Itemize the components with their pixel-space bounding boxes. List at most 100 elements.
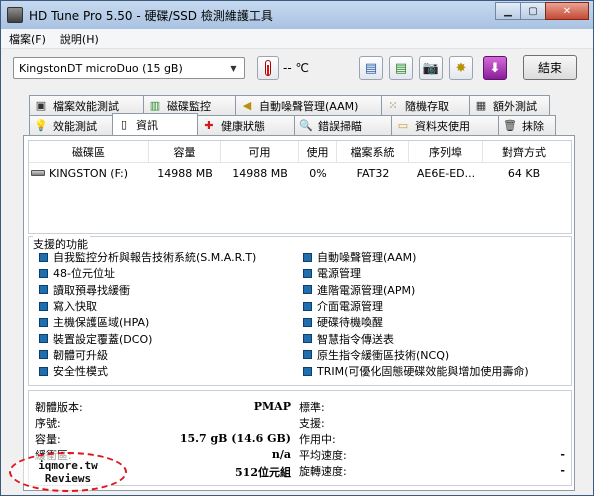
tab-aam[interactable]: ◀ 自動噪聲管理(AAM) bbox=[235, 95, 382, 115]
menu-file[interactable]: 檔案(F) bbox=[9, 31, 46, 47]
tab-label: 資料夾使用 bbox=[415, 119, 470, 133]
window-controls: ▁ ▢ ✕ bbox=[495, 2, 589, 20]
file-benchmark-icon: ▣ bbox=[35, 99, 47, 112]
feature-checkbox bbox=[303, 301, 312, 311]
tab-label: 自動噪聲管理(AAM) bbox=[259, 99, 359, 113]
volume-cell: KINGSTON (F:) bbox=[29, 167, 149, 180]
feature-label: 安全性模式 bbox=[53, 365, 108, 379]
app-icon bbox=[7, 7, 23, 23]
column-header[interactable]: 容量 bbox=[149, 141, 221, 162]
extra-tests-icon: ▦ bbox=[475, 99, 487, 112]
table-row[interactable]: KINGSTON (F:) 14988 MB 14988 MB 0% FAT32… bbox=[29, 163, 571, 183]
tab-benchmark[interactable]: 💡 效能測試 bbox=[29, 115, 113, 135]
tab-disk-monitor[interactable]: ▥ 磁碟監控 bbox=[143, 95, 236, 115]
tab-label: 效能測試 bbox=[53, 119, 97, 133]
sector-size-value: 512位元組 bbox=[235, 466, 291, 479]
tab-label: 抹除 bbox=[522, 119, 544, 133]
column-header[interactable]: 磁碟區 bbox=[29, 141, 149, 162]
screenshot-button[interactable]: 📷 bbox=[419, 56, 443, 80]
firmware-value: PMAP bbox=[253, 400, 291, 413]
close-button[interactable]: ✕ bbox=[545, 2, 589, 20]
speaker-icon: ◀ bbox=[242, 99, 252, 112]
feature-item: 讀取預尋找緩衝 bbox=[39, 282, 256, 298]
feature-label: 48-位元位址 bbox=[53, 267, 115, 281]
health-cross-icon: ✚ bbox=[204, 119, 214, 132]
column-header[interactable]: 序列埠 bbox=[409, 141, 483, 162]
app-window: HD Tune Pro 5.50 - 硬碟/SSD 檢測維護工具 ▁ ▢ ✕ 檔… bbox=[0, 0, 594, 496]
disk-monitor-icon: ▥ bbox=[149, 99, 161, 112]
maximize-button[interactable]: ▢ bbox=[520, 2, 546, 20]
menu-bar: 檔案(F) 說明(H) bbox=[1, 29, 593, 49]
watermark-line-1: iqmore.tw bbox=[38, 459, 98, 472]
tab-label: 資訊 bbox=[136, 118, 158, 132]
camera-icon: 📷 bbox=[422, 60, 440, 76]
feature-item: 電源管理 bbox=[303, 265, 529, 281]
column-header[interactable]: 使用 bbox=[299, 141, 337, 162]
feature-item: TRIM(可優化固態硬碟效能與增加使用壽命) bbox=[303, 363, 529, 379]
feature-item: 48-位元位址 bbox=[39, 265, 256, 281]
feature-checkbox bbox=[303, 366, 312, 376]
menu-help[interactable]: 說明(H) bbox=[60, 31, 99, 47]
info-icon: ▯ bbox=[120, 118, 128, 131]
tab-random-access[interactable]: ⁙ 隨機存取 bbox=[381, 95, 470, 115]
feature-label: 韌體可升級 bbox=[53, 348, 108, 362]
features-left-column: 自我監控分析與報告技術系統(S.M.A.R.T) 48-位元位址 讀取預尋找緩衝… bbox=[39, 249, 256, 379]
tab-label: 隨機存取 bbox=[405, 99, 449, 113]
thermometer-icon bbox=[257, 56, 279, 80]
tab-label: 健康狀態 bbox=[221, 119, 265, 133]
table-header: 磁碟區 容量 可用 使用 檔案系統 序列埠 對齊方式 bbox=[29, 141, 571, 163]
feature-item: 硬碟待機喚醒 bbox=[303, 314, 529, 330]
column-header[interactable]: 可用 bbox=[221, 141, 299, 162]
firmware-label: 韌體版本: bbox=[35, 401, 83, 414]
tab-extra-tests[interactable]: ▦ 額外測試 bbox=[469, 95, 550, 115]
drive-select[interactable]: KingstonDT microDuo (15 gB) ▼ bbox=[13, 57, 245, 79]
feature-item: 智慧指令傳送表 bbox=[303, 330, 529, 346]
chevron-down-icon[interactable]: ▼ bbox=[226, 60, 241, 76]
random-access-icon: ⁙ bbox=[388, 99, 398, 112]
tabs-top-row: ▣ 檔案效能測試 ▥ 磁碟監控 ◀ 自動噪聲管理(AAM) ⁙ 隨機存取 ▦ 額外測試 bbox=[29, 95, 550, 115]
feature-checkbox bbox=[303, 317, 312, 327]
options-icon: ✸ bbox=[455, 60, 467, 76]
download-button[interactable]: ⬇ bbox=[483, 56, 507, 80]
feature-item: 進階電源管理(APM) bbox=[303, 282, 529, 298]
info-panel: 磁碟區 容量 可用 使用 檔案系統 序列埠 對齊方式 KINGSTON (F:)… bbox=[23, 135, 575, 491]
tab-error-scan[interactable]: 🔍 錯誤掃瞄 bbox=[294, 115, 392, 135]
copy-info-button[interactable]: ▤ bbox=[389, 56, 413, 80]
feature-checkbox bbox=[39, 334, 48, 344]
feature-label: TRIM(可優化固態硬碟效能與增加使用壽命) bbox=[317, 365, 529, 379]
feature-label: 寫入快取 bbox=[53, 300, 97, 314]
copy-text-icon: ▤ bbox=[364, 60, 378, 76]
tab-health[interactable]: ✚ 健康狀態 bbox=[197, 115, 295, 135]
exit-button[interactable]: 結束 bbox=[523, 55, 577, 80]
toolbar: KingstonDT microDuo (15 gB) ▼ -- ℃ ▤ ▤ 📷… bbox=[1, 49, 593, 87]
watermark-line-2: Reviews bbox=[44, 472, 92, 485]
tab-label: 磁碟監控 bbox=[167, 99, 211, 113]
column-header[interactable]: 檔案系統 bbox=[337, 141, 409, 162]
watermark-stamp: iqmore.tw Reviews bbox=[9, 452, 127, 492]
minimize-button[interactable]: ▁ bbox=[495, 2, 521, 20]
options-button[interactable]: ✸ bbox=[449, 56, 473, 80]
title-bar[interactable]: HD Tune Pro 5.50 - 硬碟/SSD 檢測維護工具 ▁ ▢ ✕ bbox=[1, 1, 593, 29]
rotation-speed-label: 旋轉速度: bbox=[299, 465, 347, 478]
feature-checkbox bbox=[39, 317, 48, 327]
feature-label: 硬碟待機喚醒 bbox=[317, 316, 383, 330]
column-header[interactable]: 對齊方式 bbox=[483, 141, 565, 162]
copy-text-button[interactable]: ▤ bbox=[359, 56, 383, 80]
tab-folder-usage[interactable]: ▭ 資料夾使用 bbox=[391, 115, 499, 135]
feature-item: 主機保護區域(HPA) bbox=[39, 314, 256, 330]
feature-item: 寫入快取 bbox=[39, 298, 256, 314]
tab-info[interactable]: ▯ 資訊 bbox=[112, 113, 198, 135]
filesystem-cell: FAT32 bbox=[356, 166, 390, 180]
feature-label: 智慧指令傳送表 bbox=[317, 332, 394, 346]
folder-icon: ▭ bbox=[397, 119, 409, 132]
active-label: 作用中: bbox=[299, 433, 336, 446]
tab-erase[interactable]: 🗑 抹除 bbox=[498, 115, 556, 135]
capacity-value: 15.7 gB (14.6 GB) bbox=[179, 432, 291, 445]
tab-file-benchmark[interactable]: ▣ 檔案效能測試 bbox=[29, 95, 144, 115]
temperature-readout: -- ℃ bbox=[283, 61, 309, 75]
feature-item: 原生指令緩衝區技術(NCQ) bbox=[303, 347, 529, 363]
feature-checkbox bbox=[303, 268, 312, 278]
feature-label: 自動噪聲管理(AAM) bbox=[317, 251, 417, 265]
window-title: HD Tune Pro 5.50 - 硬碟/SSD 檢測維護工具 bbox=[29, 8, 273, 23]
feature-checkbox bbox=[39, 301, 48, 311]
